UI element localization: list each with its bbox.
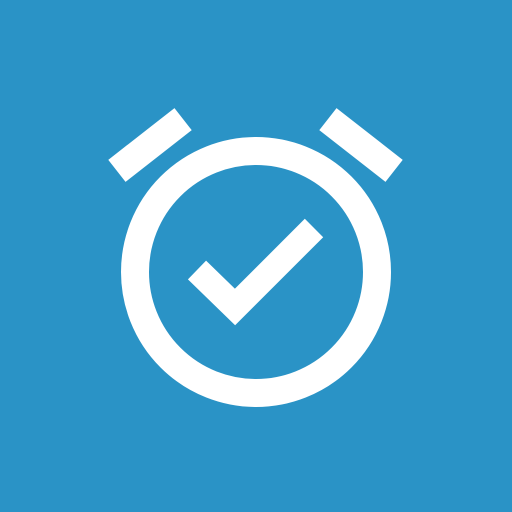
alarm-clock-check-icon — [0, 0, 512, 512]
app-icon — [0, 0, 512, 512]
icon-background — [0, 0, 512, 512]
